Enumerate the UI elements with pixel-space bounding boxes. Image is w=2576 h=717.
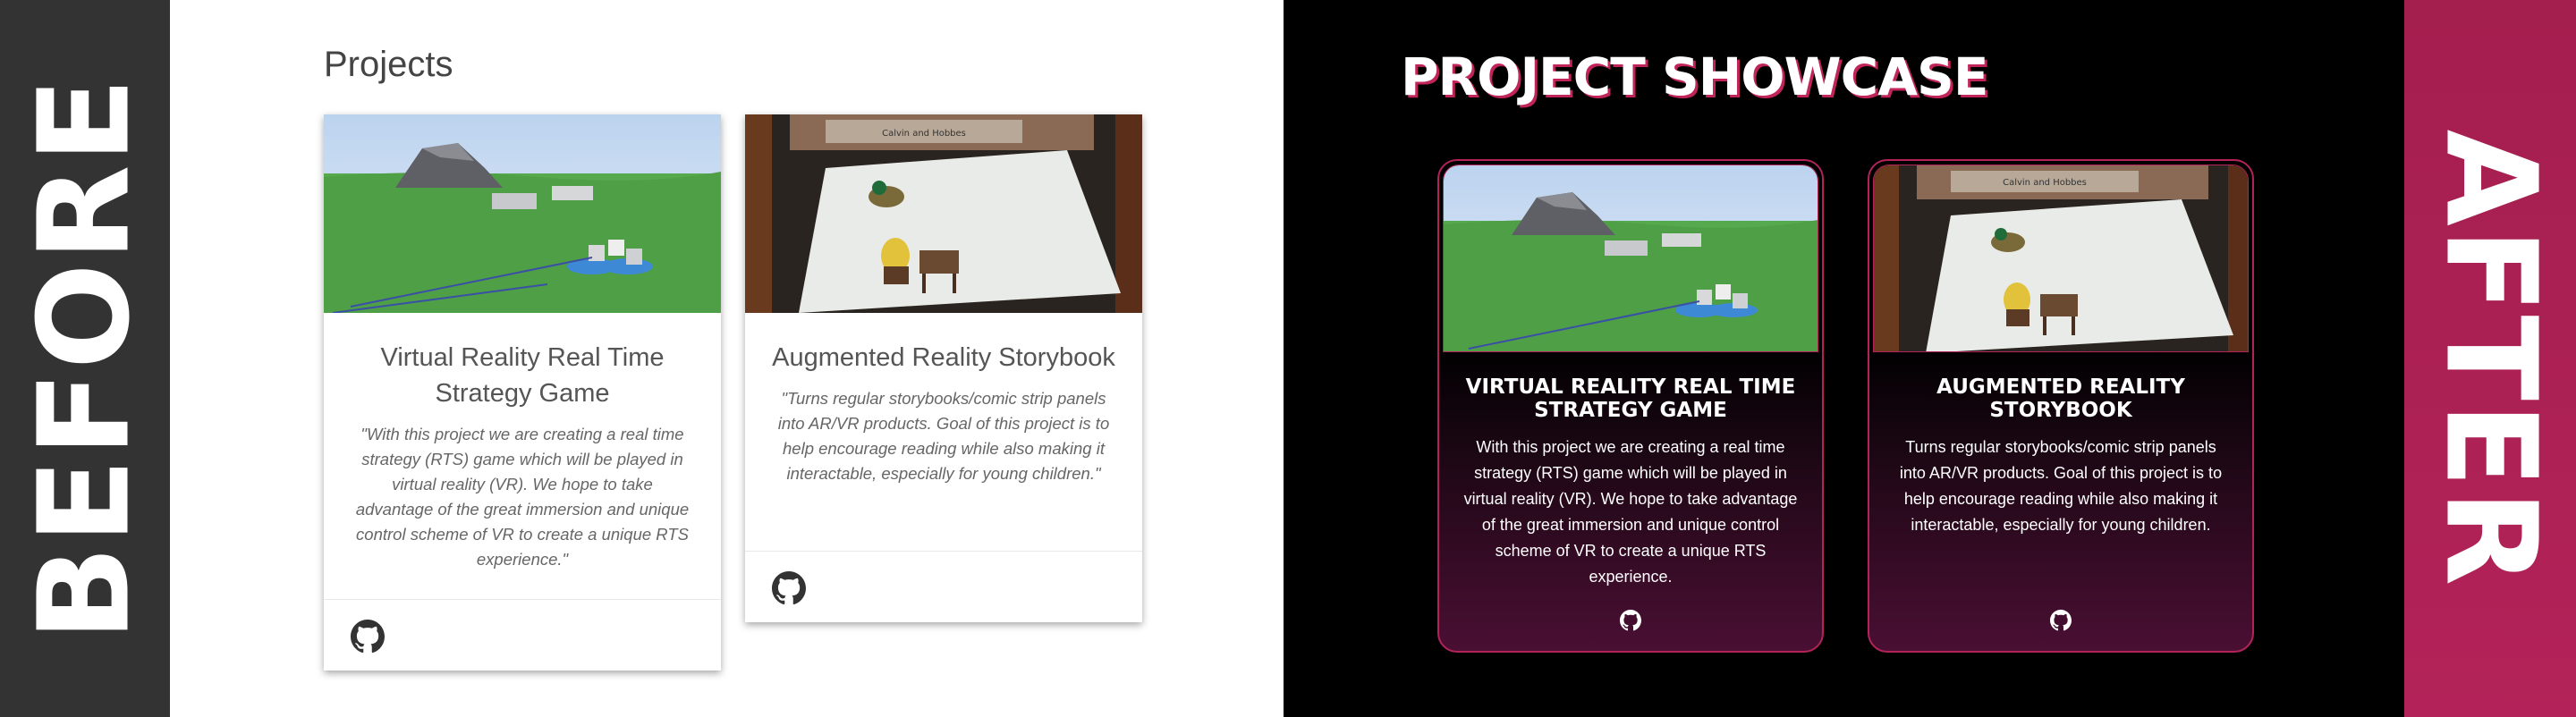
page-title: Projects	[324, 45, 453, 84]
github-icon[interactable]	[1620, 610, 1641, 631]
card-title: Augmented Reality Storybook	[772, 343, 1115, 372]
before-panel: Projects Virtual Reality Real Time Strat…	[170, 0, 1284, 717]
card-footer	[324, 599, 721, 671]
card-title: Virtual Reality Real Time Strategy Game	[380, 343, 665, 408]
card-description: "With this project we are creating a rea…	[355, 425, 690, 569]
before-label: BEFORE	[12, 75, 158, 642]
after-label-bar: AFTER	[2404, 0, 2576, 717]
project-card-vr-rts: Virtual Reality Real Time Strategy Game …	[324, 114, 721, 671]
project-card-ar-storybook: Calvin and Hobbes Augmented Reality Stor…	[745, 114, 1142, 622]
card-description: Turns regular storybooks/comic strip pan…	[1899, 438, 2223, 534]
project-image-ar-storybook: Calvin and Hobbes	[1873, 164, 2249, 352]
project-card-ar-storybook: Calvin and Hobbes AUGMENTED REALITY STOR…	[1868, 159, 2254, 653]
github-icon[interactable]	[2050, 610, 2072, 631]
after-panel: PROJECT SHOWCASE VIRTUAL REALITY REAL TI…	[1284, 0, 2404, 717]
card-description: "Turns regular storybooks/comic strip pa…	[777, 389, 1110, 483]
after-label: AFTER	[2417, 129, 2563, 588]
project-image-vr-rts	[1443, 164, 1818, 352]
project-image-vr-rts	[324, 114, 721, 313]
before-label-bar: BEFORE	[0, 0, 170, 717]
card-description: With this project we are creating a real…	[1463, 438, 1798, 586]
storybook-sign-text: Calvin and Hobbes	[882, 129, 966, 139]
project-card-vr-rts: VIRTUAL REALITY REAL TIME STRATEGY GAME …	[1437, 159, 1824, 653]
github-icon[interactable]	[351, 620, 385, 654]
project-image-ar-storybook: Calvin and Hobbes	[745, 114, 1142, 313]
card-footer	[745, 551, 1142, 622]
github-icon[interactable]	[772, 571, 806, 605]
storybook-sign-text: Calvin and Hobbes	[2003, 178, 2087, 188]
card-title: AUGMENTED REALITY STORYBOOK	[1936, 375, 2185, 422]
card-title: VIRTUAL REALITY REAL TIME STRATEGY GAME	[1465, 375, 1796, 422]
showcase-title: PROJECT SHOWCASE	[1401, 46, 1988, 107]
